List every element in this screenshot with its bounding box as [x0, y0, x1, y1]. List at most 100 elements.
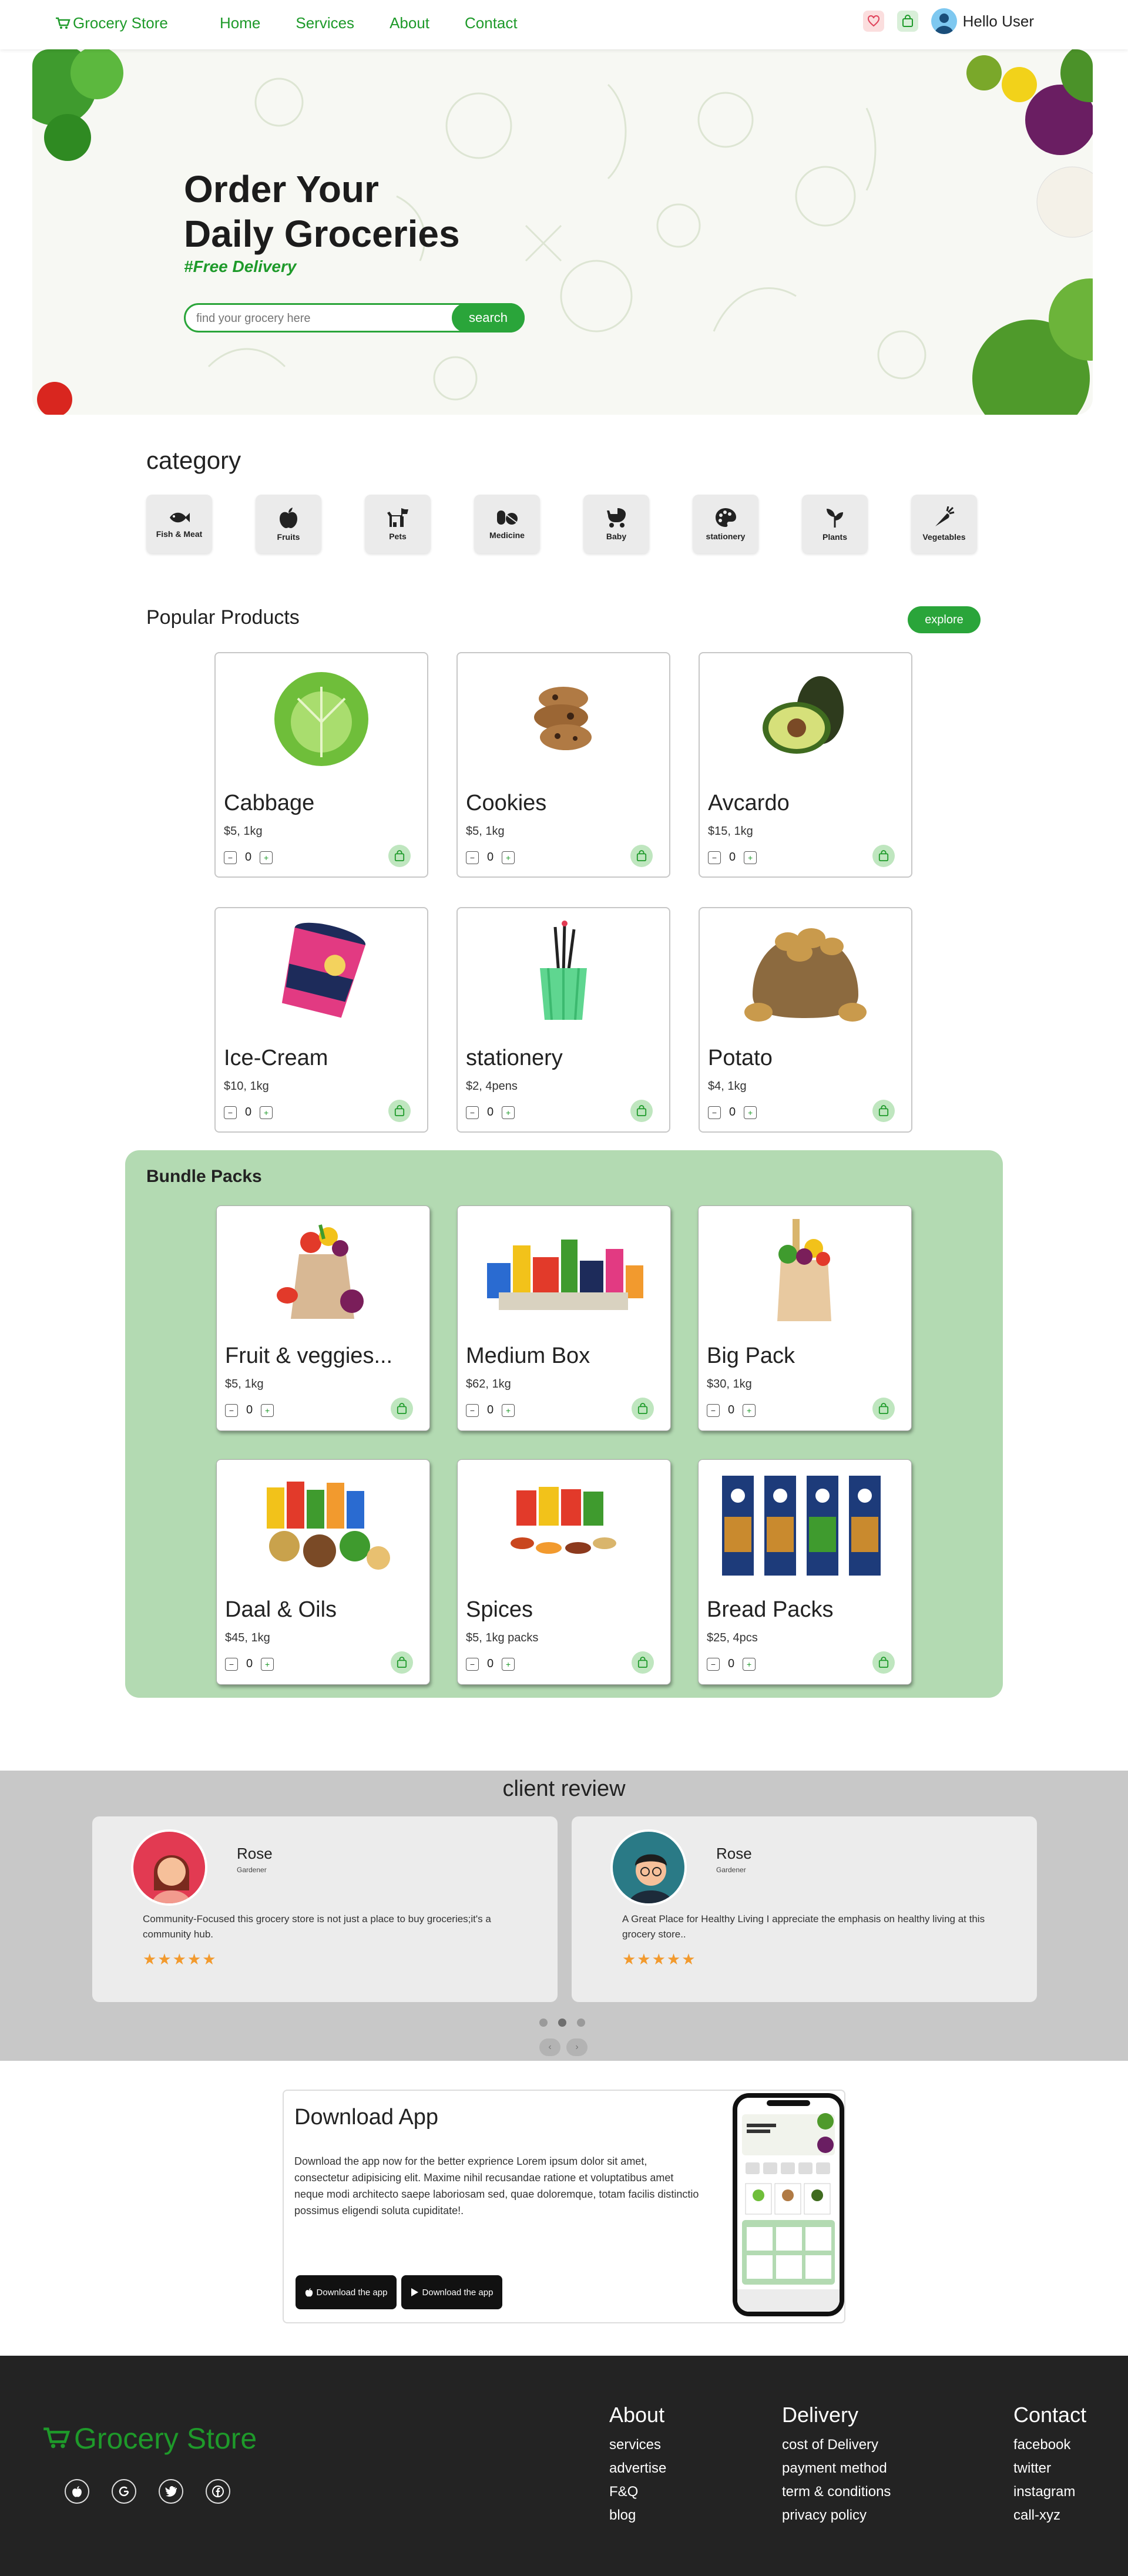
increase-quantity-button[interactable]: +	[502, 1657, 515, 1671]
category-plants[interactable]: Plants	[802, 495, 868, 553]
increase-quantity-button[interactable]: +	[502, 851, 515, 864]
decrease-quantity-button[interactable]: −	[708, 851, 721, 864]
decrease-quantity-button[interactable]: −	[224, 851, 237, 864]
increase-quantity-button[interactable]: +	[744, 851, 757, 864]
carousel-prev-button[interactable]: ‹	[539, 2038, 560, 2056]
bundle-card-medium-box[interactable]: Medium Box $62, 1kg −0 +	[457, 1205, 671, 1431]
add-to-cart-button[interactable]	[388, 1100, 411, 1122]
footer-link-facebook[interactable]: facebook	[1013, 2433, 1086, 2457]
product-card-avocado[interactable]: Avcardo $15, 1kg −0 +	[699, 652, 912, 878]
add-to-cart-button[interactable]	[872, 845, 895, 867]
product-card-stationery[interactable]: stationery $2, 4pens −0 +	[456, 907, 670, 1133]
footer-link-twitter[interactable]: twitter	[1013, 2457, 1086, 2480]
footer-link-terms[interactable]: term & conditions	[782, 2480, 891, 2504]
increase-quantity-button[interactable]: +	[743, 1657, 756, 1671]
carousel-next-button[interactable]: ›	[566, 2038, 588, 2056]
explore-button[interactable]: explore	[908, 606, 981, 633]
category-fruits[interactable]: Fruits	[256, 495, 321, 553]
nav-contact-link[interactable]: Contact	[465, 14, 518, 32]
increase-quantity-button[interactable]: +	[261, 1403, 274, 1417]
brand-logo[interactable]: Grocery Store	[55, 14, 168, 32]
add-to-cart-button[interactable]	[872, 1398, 895, 1420]
footer-link-instagram[interactable]: instagram	[1013, 2480, 1086, 2504]
carousel-dot-active[interactable]	[558, 2019, 566, 2027]
add-to-cart-button[interactable]	[388, 845, 411, 867]
product-card-cabbage[interactable]: Cabbage $5, 1kg −0 +	[214, 652, 428, 878]
increase-quantity-button[interactable]: +	[743, 1403, 756, 1417]
category-stationery[interactable]: stationery	[693, 495, 758, 553]
category-baby[interactable]: Baby	[583, 495, 649, 553]
cart-icon	[43, 2427, 70, 2449]
decrease-quantity-button[interactable]: −	[225, 1657, 238, 1671]
footer-link-faq[interactable]: F&Q	[609, 2480, 666, 2504]
user-menu[interactable]: Hello User	[931, 8, 1034, 34]
increase-quantity-button[interactable]: +	[260, 851, 273, 864]
footer-link-blog[interactable]: blog	[609, 2504, 666, 2527]
bundle-card-big-pack[interactable]: Big Pack $30, 1kg −0 +	[698, 1205, 912, 1431]
twitter-link[interactable]	[159, 2479, 183, 2504]
increase-quantity-button[interactable]: +	[260, 1106, 273, 1119]
apple-icon	[305, 2288, 313, 2297]
increase-quantity-button[interactable]: +	[502, 1403, 515, 1417]
decrease-quantity-button[interactable]: −	[466, 1403, 479, 1417]
product-card-potato[interactable]: Potato $4, 1kg −0 +	[699, 907, 912, 1133]
decrease-quantity-button[interactable]: −	[466, 1106, 479, 1119]
nav-home-link[interactable]: Home	[220, 14, 260, 32]
search-input[interactable]	[196, 311, 443, 326]
add-to-cart-button[interactable]	[872, 1100, 895, 1122]
decrease-quantity-button[interactable]: −	[708, 1106, 721, 1119]
footer-link-services[interactable]: services	[609, 2433, 666, 2457]
add-to-cart-button[interactable]	[872, 1651, 895, 1674]
decrease-quantity-button[interactable]: −	[466, 851, 479, 864]
footer-link-payment-method[interactable]: payment method	[782, 2457, 891, 2480]
bundle-card-fruit-veggies[interactable]: Fruit & veggies... $5, 1kg −0 +	[216, 1205, 430, 1431]
increase-quantity-button[interactable]: +	[261, 1657, 274, 1671]
play-store-label: Download the app	[422, 2287, 494, 2298]
facebook-link[interactable]	[206, 2479, 230, 2504]
decrease-quantity-button[interactable]: −	[225, 1403, 238, 1417]
google-link[interactable]	[112, 2479, 136, 2504]
footer-link-call[interactable]: call-xyz	[1013, 2504, 1086, 2527]
quantity-stepper: −0 +	[224, 851, 273, 864]
add-to-cart-button[interactable]	[632, 1651, 654, 1674]
product-card-cookies[interactable]: Cookies $5, 1kg −0 +	[456, 652, 670, 878]
play-store-button[interactable]: Download the app	[401, 2275, 502, 2309]
wishlist-button[interactable]	[862, 11, 884, 32]
footer-link-advertise[interactable]: advertise	[609, 2457, 666, 2480]
add-to-cart-button[interactable]	[630, 1100, 653, 1122]
category-fish-meat[interactable]: Fish & Meat	[146, 495, 212, 553]
decrease-quantity-button[interactable]: −	[224, 1106, 237, 1119]
add-to-cart-button[interactable]	[632, 1398, 654, 1420]
carousel-dot[interactable]	[577, 2019, 585, 2027]
product-image	[699, 1213, 910, 1325]
app-store-button[interactable]: Download the app	[296, 2275, 397, 2309]
product-card-ice-cream[interactable]: Ice-Cream $10, 1kg −0 +	[214, 907, 428, 1133]
bundle-card-daal-oils[interactable]: Daal & Oils $45, 1kg −0 +	[216, 1459, 430, 1685]
decrease-quantity-button[interactable]: −	[707, 1657, 720, 1671]
category-medicine[interactable]: Medicine	[474, 495, 540, 553]
increase-quantity-button[interactable]: +	[744, 1106, 757, 1119]
bundle-card-spices[interactable]: Spices $5, 1kg packs −0 +	[457, 1459, 671, 1685]
cart-button[interactable]	[897, 11, 918, 32]
footer-logo[interactable]: Grocery Store	[42, 2421, 257, 2456]
carousel-dot[interactable]	[539, 2019, 548, 2027]
decrease-quantity-button[interactable]: −	[707, 1403, 720, 1417]
apple-link[interactable]	[65, 2479, 89, 2504]
nav-services-link[interactable]: Services	[296, 14, 354, 32]
bundle-card-bread-packs[interactable]: Bread Packs $25, 4pcs −0 +	[698, 1459, 912, 1685]
add-to-cart-button[interactable]	[391, 1651, 413, 1674]
footer-link-cost-of-delivery[interactable]: cost of Delivery	[782, 2433, 891, 2457]
footer-delivery-column: Delivery cost of Delivery payment method…	[782, 2403, 891, 2527]
increase-quantity-button[interactable]: +	[502, 1106, 515, 1119]
add-to-cart-button[interactable]	[391, 1398, 413, 1420]
category-vegetables[interactable]: Vegetables	[911, 495, 977, 553]
add-to-cart-button[interactable]	[630, 845, 653, 867]
search-button[interactable]: search	[452, 303, 525, 333]
category-pets[interactable]: Pets	[365, 495, 431, 553]
product-price: $5, 1kg	[224, 825, 263, 838]
footer-link-privacy[interactable]: privacy policy	[782, 2504, 891, 2527]
product-name: Daal & Oils	[225, 1597, 337, 1622]
decrease-quantity-button[interactable]: −	[466, 1657, 479, 1671]
nav-about-link[interactable]: About	[390, 14, 429, 32]
category-label: Fruits	[277, 532, 300, 542]
